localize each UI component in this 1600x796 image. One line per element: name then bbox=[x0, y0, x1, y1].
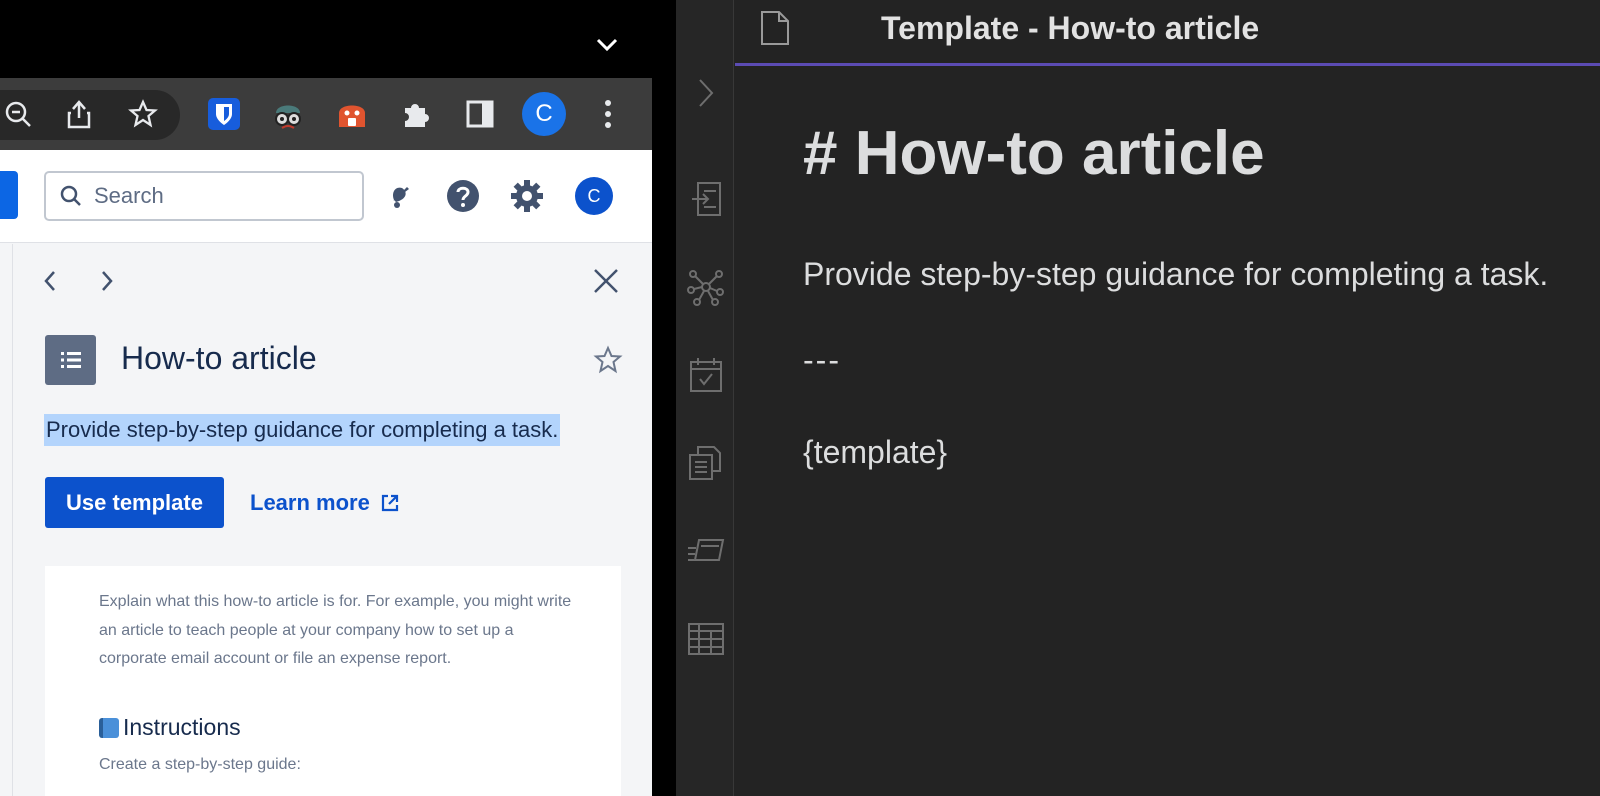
template-preview: Explain what this how-to article is for.… bbox=[45, 566, 621, 796]
user-avatar[interactable]: C bbox=[574, 176, 614, 216]
note-title[interactable]: Template - How-to article bbox=[881, 10, 1259, 47]
extensions-puzzle-icon[interactable] bbox=[393, 91, 439, 137]
external-link-icon bbox=[381, 494, 398, 511]
share-icon[interactable] bbox=[56, 91, 102, 137]
bitwarden-icon[interactable] bbox=[201, 91, 247, 137]
note-tab-header: Template - How-to article bbox=[735, 0, 1600, 66]
app-header: C bbox=[0, 150, 652, 243]
template-placeholder[interactable]: {template} bbox=[803, 434, 947, 471]
editor-window: Template - How-to article # How-to artic… bbox=[676, 0, 1600, 796]
settings-gear-icon[interactable] bbox=[507, 176, 547, 216]
profile-avatar[interactable]: C bbox=[521, 91, 567, 137]
create-button[interactable] bbox=[0, 171, 18, 219]
tab-search-chevron-icon[interactable] bbox=[592, 30, 622, 60]
browser-tabstrip bbox=[0, 0, 652, 78]
bookmark-star-icon[interactable] bbox=[120, 91, 166, 137]
browser-window: C C bbox=[0, 0, 652, 796]
profile-initial: C bbox=[522, 92, 566, 136]
preview-heading: Instructions bbox=[99, 714, 241, 741]
spy-extension-icon[interactable] bbox=[265, 91, 311, 137]
preview-heading-text: Instructions bbox=[123, 714, 241, 740]
next-chevron-icon[interactable] bbox=[92, 266, 122, 296]
template-title: How-to article bbox=[121, 340, 317, 376]
document-heading[interactable]: # How-to article bbox=[803, 118, 1265, 189]
left-ribbon bbox=[676, 0, 734, 796]
template-panel: How-to article Provide step-by-step guid… bbox=[12, 244, 652, 796]
templates-icon[interactable] bbox=[687, 444, 725, 482]
list-icon bbox=[45, 335, 96, 385]
previous-chevron-icon[interactable] bbox=[35, 266, 65, 296]
collapse-chevron-icon[interactable] bbox=[687, 74, 725, 112]
learn-more-label: Learn more bbox=[250, 489, 370, 515]
zoom-icon[interactable] bbox=[0, 91, 40, 137]
template-description: Provide step-by-step guidance for comple… bbox=[44, 414, 561, 446]
slides-icon[interactable] bbox=[687, 532, 725, 570]
search-field[interactable] bbox=[44, 171, 364, 221]
document-paragraph[interactable]: Provide step-by-step guidance for comple… bbox=[803, 256, 1548, 293]
more-menu-icon[interactable] bbox=[585, 91, 631, 137]
side-panel-icon[interactable] bbox=[457, 91, 503, 137]
preview-intro-text: Explain what this how-to article is for.… bbox=[99, 593, 572, 667]
preview-subtext: Create a step-by-step guide: bbox=[99, 756, 301, 773]
search-input[interactable] bbox=[94, 183, 344, 209]
lock-extension-icon[interactable] bbox=[329, 91, 375, 137]
graph-view-icon[interactable] bbox=[687, 268, 725, 306]
document-horizontal-rule[interactable]: --- bbox=[803, 342, 841, 379]
user-avatar-initial: C bbox=[575, 177, 613, 215]
close-icon[interactable] bbox=[591, 266, 621, 296]
daily-note-icon[interactable] bbox=[687, 356, 725, 394]
favorite-star-icon[interactable] bbox=[591, 343, 625, 377]
help-icon[interactable] bbox=[443, 176, 483, 216]
blue-book-icon bbox=[99, 717, 119, 738]
search-icon bbox=[60, 185, 81, 206]
table-icon[interactable] bbox=[687, 620, 725, 658]
import-note-icon[interactable] bbox=[687, 180, 725, 218]
file-icon bbox=[761, 11, 789, 45]
use-template-button[interactable]: Use template bbox=[45, 477, 224, 528]
learn-more-link[interactable]: Learn more bbox=[250, 477, 400, 528]
notifications-bell-icon[interactable] bbox=[380, 176, 420, 216]
